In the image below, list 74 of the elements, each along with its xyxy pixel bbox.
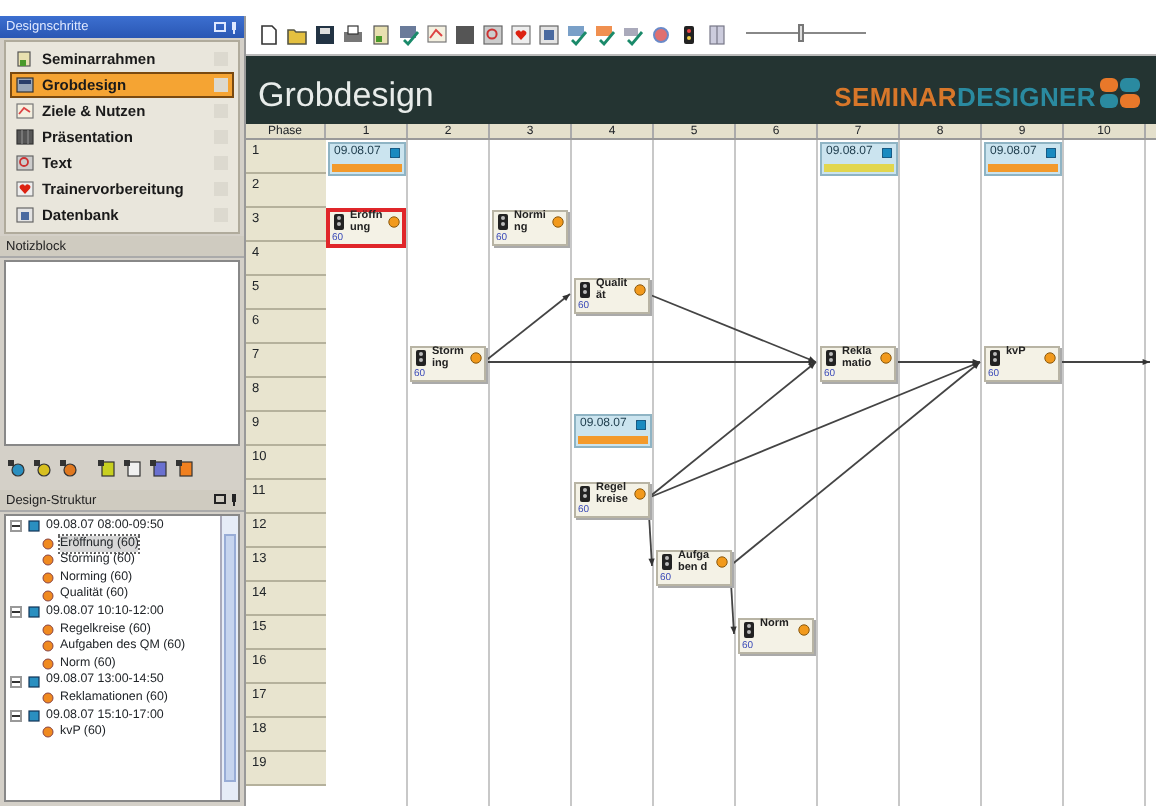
dot-icon xyxy=(1044,352,1056,364)
traffic-light-icon xyxy=(744,622,754,638)
minus-icon xyxy=(12,677,20,686)
square-icon xyxy=(28,675,40,688)
document-icon xyxy=(16,50,34,68)
window-icon[interactable] xyxy=(214,494,226,504)
magnifier-icon xyxy=(16,154,34,172)
dot-icon xyxy=(42,554,54,567)
traffic-light-icon xyxy=(498,214,508,230)
window-icon xyxy=(16,76,34,94)
collapse-toggle[interactable] xyxy=(10,675,22,688)
node-icon[interactable] xyxy=(60,460,78,478)
traffic-light-icon[interactable] xyxy=(678,24,700,46)
dot-icon xyxy=(42,658,54,671)
dot-icon xyxy=(42,589,54,602)
chart-icon xyxy=(16,102,34,120)
page-title: Grobdesign xyxy=(258,76,434,116)
dot-icon xyxy=(42,537,54,550)
traffic-light-icon xyxy=(826,350,836,366)
dot-icon xyxy=(552,216,564,228)
square-icon xyxy=(28,520,40,533)
dot-icon xyxy=(798,624,810,636)
pin-icon[interactable] xyxy=(230,21,238,33)
document-icon[interactable] xyxy=(150,460,168,478)
traffic-light-icon xyxy=(662,554,672,570)
document-icon[interactable] xyxy=(176,460,194,478)
logo-icon xyxy=(1100,78,1140,112)
square-icon xyxy=(28,709,40,722)
minus-icon xyxy=(12,711,20,720)
checkmark-icon[interactable] xyxy=(622,24,644,46)
traffic-light-icon xyxy=(580,486,590,502)
save-icon[interactable] xyxy=(314,24,336,46)
dot-icon xyxy=(42,623,54,636)
traffic-light-icon xyxy=(990,350,1000,366)
node-icon[interactable] xyxy=(8,460,26,478)
document-icon[interactable] xyxy=(98,460,116,478)
dot-icon xyxy=(42,692,54,705)
notes-field[interactable] xyxy=(4,260,240,446)
new-document-icon[interactable] xyxy=(258,24,280,46)
document-icon[interactable] xyxy=(124,460,142,478)
chart-icon[interactable] xyxy=(426,24,448,46)
square-icon xyxy=(28,606,40,619)
collapse-toggle[interactable] xyxy=(10,520,22,533)
dot-icon xyxy=(634,284,646,296)
magnifier-icon[interactable] xyxy=(482,24,504,46)
database-icon[interactable] xyxy=(538,24,560,46)
traffic-light-icon xyxy=(334,214,344,230)
collapse-toggle[interactable] xyxy=(10,606,22,619)
collapse-toggle[interactable] xyxy=(10,709,22,722)
dot-icon xyxy=(880,352,892,364)
dot-icon xyxy=(42,640,54,653)
traffic-light-icon xyxy=(416,350,426,366)
print-icon[interactable] xyxy=(342,24,364,46)
node-icon[interactable] xyxy=(34,460,52,478)
dot-icon xyxy=(634,488,646,500)
traffic-light-icon xyxy=(580,282,590,298)
dot-icon xyxy=(716,556,728,568)
checkmark-icon[interactable] xyxy=(566,24,588,46)
scrollbar[interactable] xyxy=(220,516,238,800)
heart-icon[interactable] xyxy=(510,24,532,46)
dot-icon xyxy=(388,216,400,228)
checkmark-icon[interactable] xyxy=(398,24,420,46)
pin-icon[interactable] xyxy=(230,494,238,506)
minus-icon xyxy=(12,522,20,531)
dot-icon xyxy=(470,352,482,364)
logo-wordmark: SEMINARDESIGNER xyxy=(834,84,1096,112)
folder-icon[interactable] xyxy=(286,24,308,46)
dot-icon xyxy=(42,572,54,585)
connector-arrow xyxy=(1057,358,1151,366)
heart-icon xyxy=(16,180,34,198)
database-icon xyxy=(16,206,34,224)
minus-icon xyxy=(12,608,20,617)
dot-icon xyxy=(42,726,54,739)
checkmark-icon[interactable] xyxy=(594,24,616,46)
